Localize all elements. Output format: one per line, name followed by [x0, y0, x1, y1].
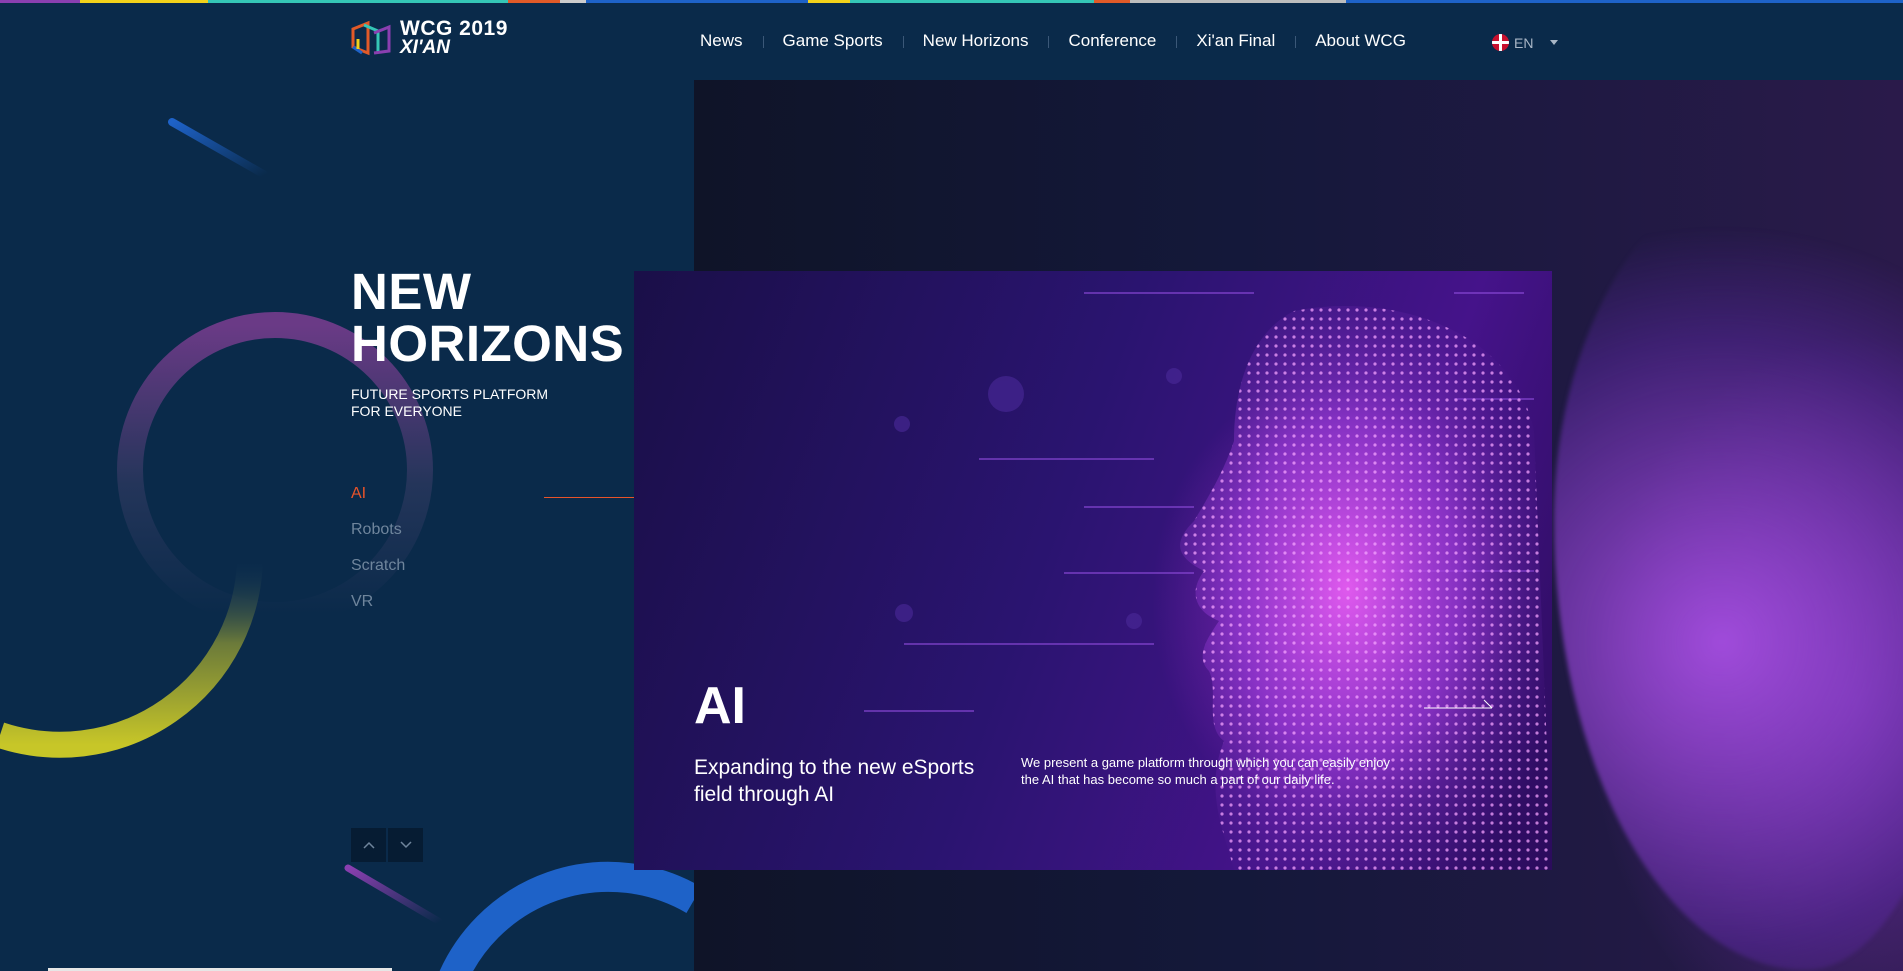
prev-slide-button[interactable]	[351, 828, 386, 862]
chevron-up-icon	[362, 841, 375, 849]
decorative-shapes	[0, 118, 694, 971]
chevron-down-icon	[1550, 40, 1559, 45]
uk-flag-icon	[1492, 34, 1509, 51]
site-header: WCG 2019 XI'AN News Game Sports New Hori…	[0, 3, 1903, 80]
menu-item-ai[interactable]: AI	[351, 485, 405, 521]
nav-xian-final[interactable]: Xi'an Final	[1176, 31, 1295, 51]
menu-item-scratch[interactable]: Scratch	[351, 557, 405, 593]
next-slide-button[interactable]	[388, 828, 423, 862]
background-face-graphic	[1554, 150, 1903, 970]
nav-game-sports[interactable]: Game Sports	[762, 31, 903, 51]
site-logo[interactable]: WCG 2019 XI'AN	[350, 17, 508, 58]
nav-news[interactable]: News	[680, 31, 763, 51]
card-subtitle: Expanding to the new eSports field throu…	[694, 756, 975, 806]
menu-item-robots[interactable]: Robots	[351, 521, 405, 557]
page-title: NEW HORIZONS	[351, 266, 624, 370]
page-title-line2: HORIZONS	[351, 315, 625, 372]
nav-about-wcg[interactable]: About WCG	[1295, 31, 1426, 51]
category-menu: AI Robots Scratch VR	[351, 485, 405, 629]
language-selector[interactable]: EN	[1492, 34, 1559, 51]
feature-card[interactable]: AI Expanding to the new eSports field th…	[634, 271, 1552, 870]
nav-conference[interactable]: Conference	[1048, 31, 1176, 51]
arrow-right-icon[interactable]	[1424, 698, 1494, 710]
card-description: We present a game platform through which…	[1021, 755, 1391, 787]
wcg-logo-icon	[351, 20, 391, 56]
slide-controls	[351, 828, 423, 862]
card-title: AI	[694, 677, 746, 735]
page-title-line1: NEW	[351, 263, 472, 320]
chevron-down-icon	[399, 841, 412, 849]
page-subtitle: FUTURE SPORTS PLATFORM FOR EVERYONE	[351, 386, 549, 419]
nav-new-horizons[interactable]: New Horizons	[902, 31, 1049, 51]
menu-item-vr[interactable]: VR	[351, 593, 405, 629]
logo-title: WCG 2019	[400, 17, 508, 40]
language-label: EN	[1514, 34, 1534, 51]
logo-subtitle: XI'AN	[400, 37, 450, 58]
main-nav: News Game Sports New Horizons Conference…	[680, 31, 1426, 51]
active-indicator-line	[544, 497, 635, 498]
